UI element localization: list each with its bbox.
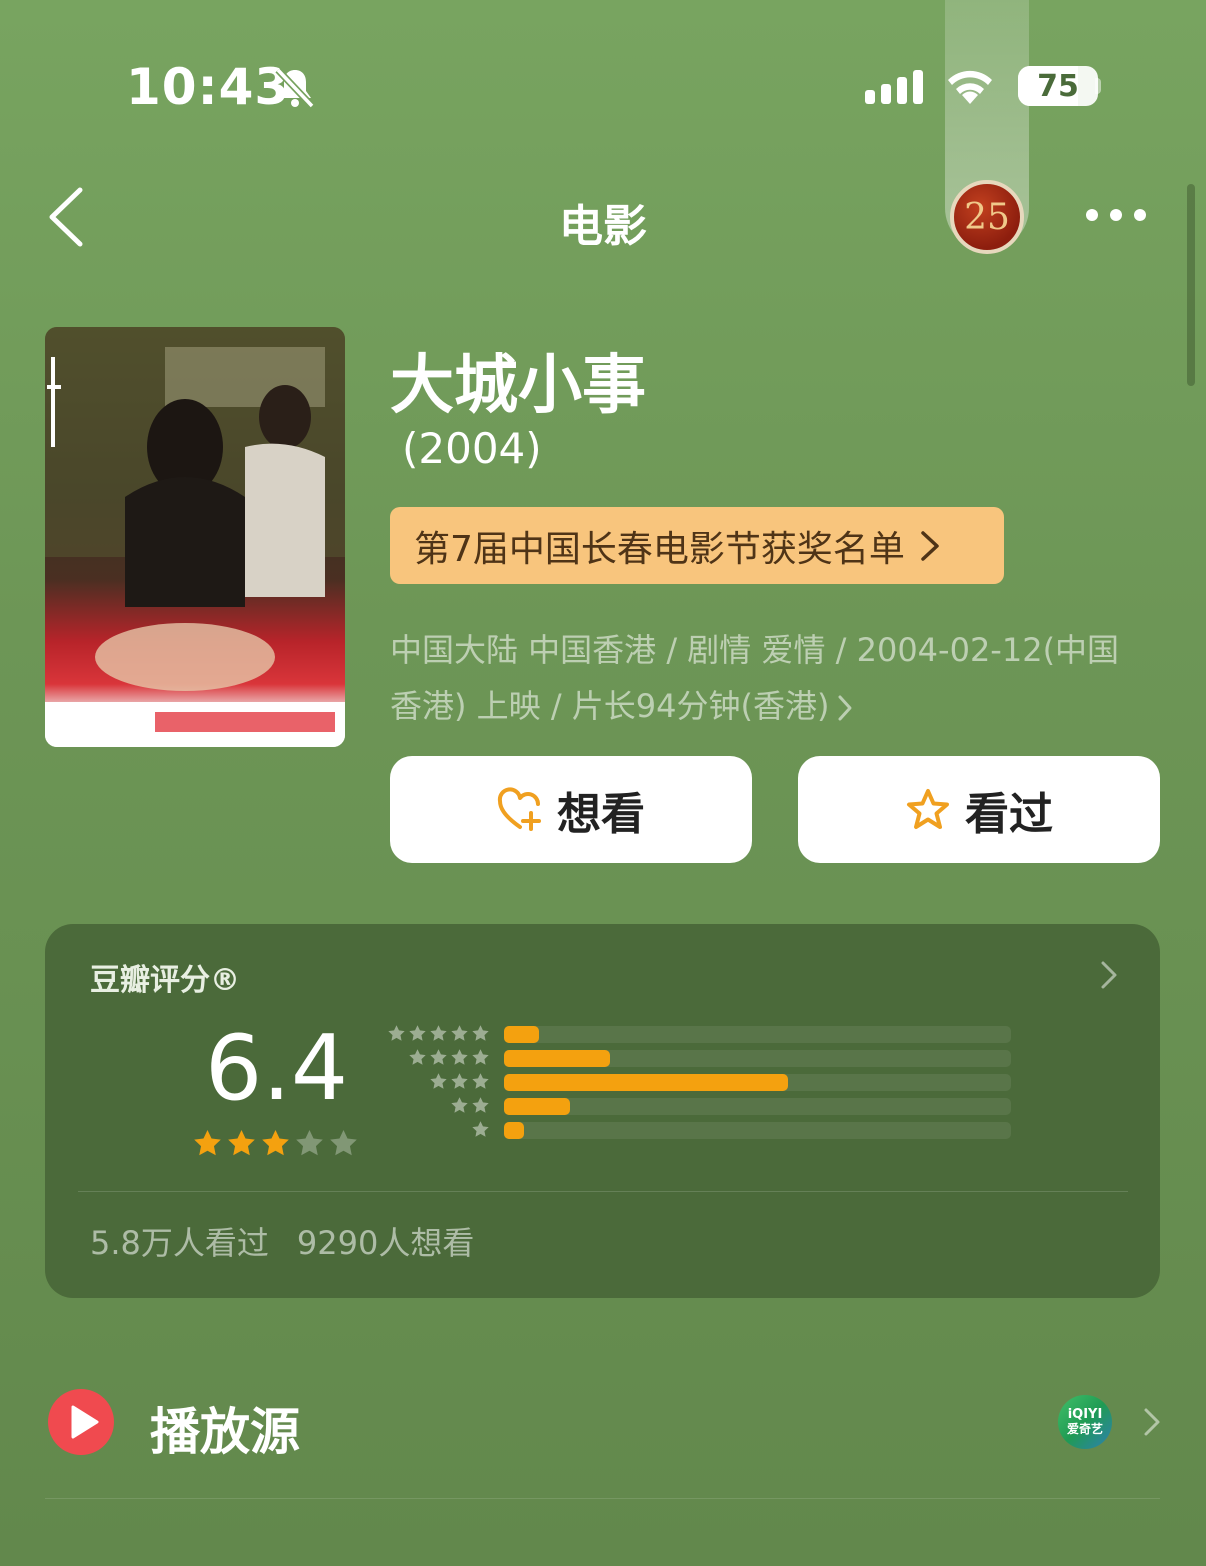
award-label: 第7届中国长春电影节获奖名单	[414, 528, 905, 570]
meta-line-2: 香港) 上映 / 片长94分钟(香港)	[390, 687, 830, 725]
movie-meta[interactable]: 中国大陆 中国香港 / 剧情 爱情 / 2004-02-12(中国 香港) 上映…	[390, 622, 1150, 734]
star-filled-icon	[228, 1129, 255, 1156]
battery-tip	[1095, 78, 1101, 94]
star-icon	[472, 1025, 489, 1041]
star-icon	[409, 1025, 426, 1041]
want-count: 9290人想看	[296, 1224, 475, 1262]
distribution-bar-3	[504, 1074, 1011, 1091]
status-time: 10:43	[126, 58, 291, 116]
source-label[interactable]: 播放源	[150, 1392, 300, 1464]
cellular-signal-icon	[865, 70, 923, 104]
star-icon	[451, 1049, 468, 1065]
divider	[45, 1498, 1160, 1499]
distribution-fill	[504, 1098, 570, 1115]
distribution-stars-1	[380, 1120, 490, 1142]
chevron-right-icon[interactable]	[1100, 960, 1118, 990]
seen-label: 看过	[965, 788, 1053, 840]
rating-title: 豆瓣评分®	[90, 963, 240, 998]
scrollbar[interactable]	[1187, 184, 1195, 386]
star-icon	[472, 1049, 489, 1065]
star-icon	[451, 1097, 468, 1113]
distribution-fill	[504, 1074, 788, 1091]
meta-line-2-row: 香港) 上映 / 片长94分钟(香港)	[390, 678, 1150, 734]
distribution-stars-4	[380, 1048, 490, 1070]
more-horizontal-icon[interactable]	[1084, 206, 1148, 224]
movie-poster[interactable]	[45, 327, 345, 747]
star-icon	[430, 1073, 447, 1089]
distribution-fill	[504, 1026, 540, 1043]
distribution-fill	[504, 1050, 611, 1067]
iqiyi-logo[interactable]: iQIYI 爱奇艺	[1058, 1395, 1112, 1449]
star-filled-icon	[194, 1129, 221, 1156]
distribution-bar-4	[504, 1050, 1011, 1067]
star-empty-icon	[330, 1129, 357, 1156]
star-icon	[451, 1025, 468, 1041]
watched-count: 5.8万人看过	[90, 1224, 269, 1262]
meta-line-1: 中国大陆 中国香港 / 剧情 爱情 / 2004-02-12(中国	[390, 631, 1120, 669]
divider	[78, 1191, 1128, 1192]
battery-percent: 75	[1037, 69, 1079, 104]
star-empty-icon	[296, 1129, 323, 1156]
chevron-right-icon	[921, 530, 939, 561]
heart-plus-icon	[497, 786, 541, 831]
star-icon	[388, 1025, 405, 1041]
star-icon	[430, 1025, 447, 1041]
distribution-stars-3	[380, 1072, 490, 1094]
distribution-stars-2	[380, 1096, 490, 1118]
battery-icon: 75	[1018, 66, 1098, 106]
star-icon	[472, 1097, 489, 1113]
watched-button[interactable]: 看过	[798, 756, 1160, 863]
chevron-right-icon	[838, 695, 852, 721]
star-filled-icon	[262, 1129, 289, 1156]
distribution-bar-5	[504, 1026, 1011, 1043]
movie-year: (2004)	[402, 424, 542, 473]
movie-title: 大城小事	[390, 349, 646, 423]
award-banner[interactable]: 第7届中国长春电影节获奖名单	[390, 507, 1004, 584]
page-title: 电影	[559, 201, 647, 252]
rating-stars	[192, 1128, 362, 1162]
want-label: 想看	[557, 788, 645, 840]
iqiyi-logo-line2: 爱奇艺	[1066, 1422, 1103, 1436]
distribution-bar-2	[504, 1098, 1011, 1115]
chevron-right-icon[interactable]	[1143, 1407, 1161, 1437]
bell-muted-icon	[275, 67, 315, 109]
star-icon	[472, 1121, 489, 1137]
rating-counts[interactable]: 5.8万人看过 9290人想看	[90, 1218, 474, 1264]
star-icon	[472, 1073, 489, 1089]
iqiyi-logo-line1: iQIYI	[1067, 1407, 1103, 1422]
star-outline-icon	[907, 788, 949, 829]
distribution-fill	[504, 1122, 525, 1139]
star-icon	[409, 1049, 426, 1065]
want-to-watch-button[interactable]: 想看	[390, 756, 752, 863]
poster-artwork	[45, 327, 345, 747]
distribution-stars-5	[380, 1024, 490, 1046]
rating-score: 6.4	[205, 1016, 349, 1121]
distribution-bar-1	[504, 1122, 1011, 1139]
star-icon	[430, 1049, 447, 1065]
play-icon	[48, 1389, 114, 1455]
star-icon	[451, 1073, 468, 1089]
